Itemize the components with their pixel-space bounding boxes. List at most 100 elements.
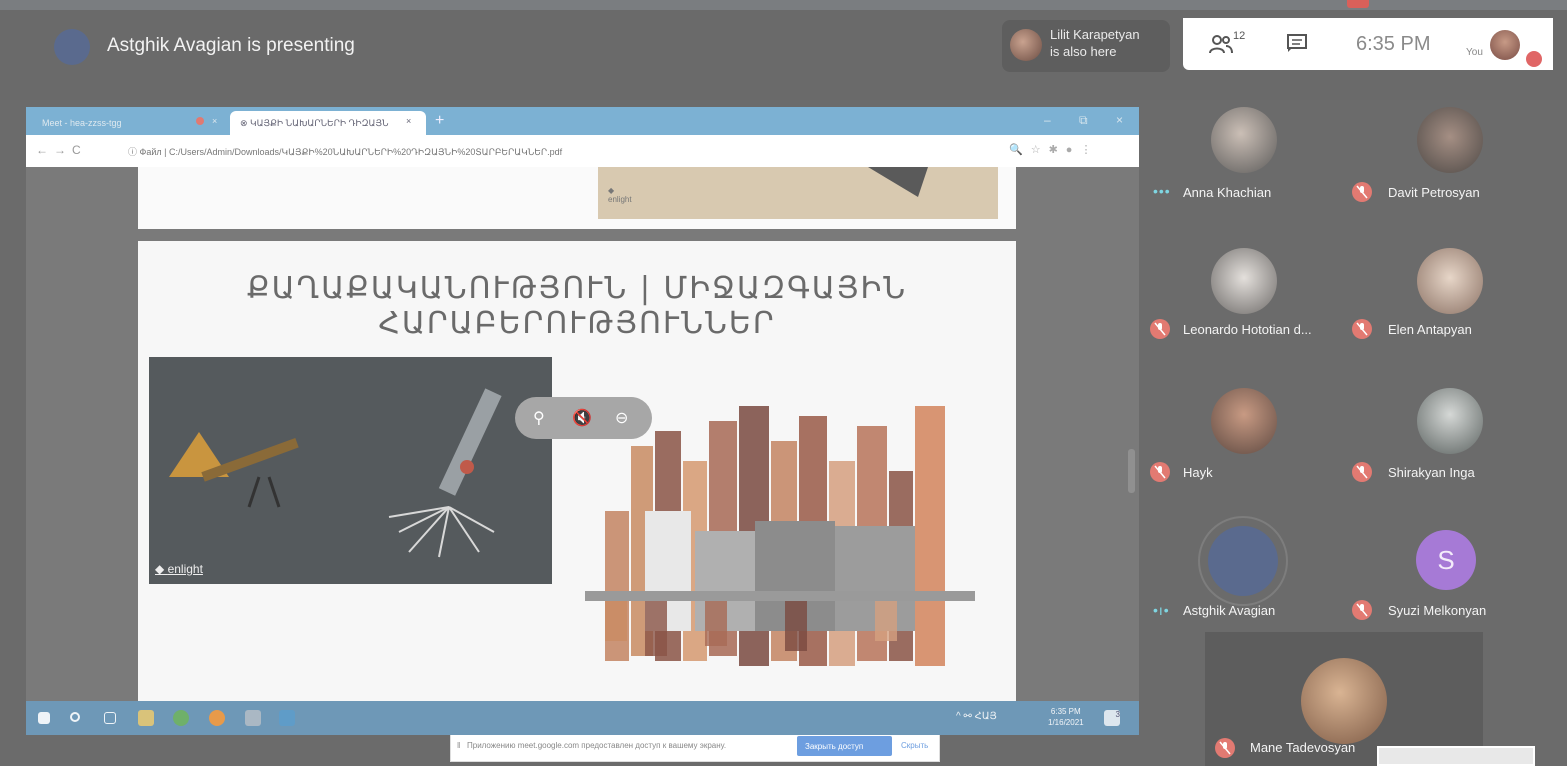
address-bar-row: ←→C ⓘ Файл | C:/Users/Admin/Downloads/ԿԱ… bbox=[26, 135, 1139, 167]
self-view-thumbnail[interactable] bbox=[1377, 746, 1535, 766]
pin-icon[interactable]: ⚲ bbox=[533, 408, 545, 428]
you-avatar[interactable] bbox=[1490, 30, 1520, 60]
menu-icon[interactable]: ⋮ bbox=[1080, 144, 1099, 156]
more-options-icon[interactable]: ••• bbox=[1153, 183, 1171, 199]
remove-icon[interactable]: ⊖ bbox=[615, 408, 628, 428]
also-here-notice[interactable]: Lilit Karapetyan is also here bbox=[1002, 20, 1170, 72]
address-bar-icons[interactable]: 🔍☆✱●⋮ bbox=[1009, 143, 1099, 156]
system-tray[interactable]: ^ ⚯ ՀԱՅ bbox=[956, 711, 997, 722]
avatar bbox=[1211, 388, 1277, 454]
top-edge bbox=[0, 0, 1567, 10]
address-bar[interactable]: ⓘ Файл | C:/Users/Admin/Downloads/ԿԱՅՔԻ%… bbox=[128, 145, 562, 158]
tab-row: Meet - hea-zzss-tgg × ⊗ ԿԱՅՔԻ ՆԱԽԱՐՆԵՐԻ … bbox=[26, 107, 1139, 135]
avatar bbox=[1417, 248, 1483, 314]
participant-name: Hayk bbox=[1183, 465, 1213, 480]
enlight-logo-text: enlight bbox=[167, 562, 203, 576]
minimize-icon[interactable]: – bbox=[1044, 113, 1051, 127]
participant-name: Leonardo Hototian d... bbox=[1183, 322, 1312, 337]
chat-icon[interactable] bbox=[1287, 34, 1307, 52]
muted-mic-icon bbox=[1352, 600, 1372, 620]
extension-icon[interactable]: ✱ bbox=[1049, 144, 1066, 156]
windows-start-icon[interactable] bbox=[38, 712, 50, 724]
file-explorer-icon[interactable] bbox=[138, 710, 154, 726]
stop-sharing-button[interactable]: Закрыть доступ bbox=[797, 736, 892, 756]
muted-mic-icon bbox=[1150, 462, 1170, 482]
pdf-tab-label: ԿԱՅՔԻ ՆԱԽԱՐՆԵՐԻ ԴԻԶԱՅՆ bbox=[250, 118, 389, 128]
speaking-indicator-icon: •ı• bbox=[1153, 602, 1170, 618]
meeting-clock: 6:35 PM bbox=[1356, 33, 1431, 55]
also-here-name: Lilit Karapetyan bbox=[1050, 27, 1140, 42]
search-icon[interactable] bbox=[70, 712, 80, 722]
meeting-info-panel: 12 6:35 PM You bbox=[1183, 18, 1553, 70]
chrome-icon[interactable] bbox=[173, 710, 189, 726]
slide-previous-logo: ◆ enlight bbox=[608, 186, 632, 204]
weapon-image: ◆ enlight bbox=[149, 357, 552, 584]
avatar bbox=[1301, 658, 1387, 744]
slide-previous: ◆ enlight bbox=[138, 167, 1016, 229]
window-close-icon[interactable]: × bbox=[1116, 113, 1123, 127]
info-icon: ⓘ bbox=[128, 147, 140, 157]
avatar bbox=[1208, 526, 1278, 596]
pdf-viewer: ◆ enlight ՔԱՂԱՔԱԿԱՆՈՒԹՅՈՒՆ | ՄԻՋԱԶԳԱՅԻՆ Հ… bbox=[26, 167, 1139, 762]
url-prefix: Файл bbox=[139, 147, 162, 157]
share-message: Приложению meet.google.com предоставлен … bbox=[467, 741, 727, 750]
recording-indicator bbox=[1347, 0, 1369, 8]
taskbar-date: 1/16/2021 bbox=[1048, 718, 1084, 727]
shared-browser-chrome: Meet - hea-zzss-tgg × ⊗ ԿԱՅՔԻ ՆԱԽԱՐՆԵՐԻ … bbox=[26, 107, 1139, 167]
maximize-icon[interactable]: ⧉ bbox=[1079, 113, 1088, 128]
star-icon[interactable]: ☆ bbox=[1031, 144, 1049, 156]
nav-arrows-icon[interactable]: ←→C bbox=[36, 143, 87, 157]
city-collage-image bbox=[585, 401, 981, 701]
lilit-avatar bbox=[1010, 29, 1042, 61]
slide-current: ՔԱՂԱՔԱԿԱՆՈՒԹՅՈՒՆ | ՄԻՋԱԶԳԱՅԻՆ ՀԱՐԱԲԵՐՈՒԹ… bbox=[138, 241, 1016, 762]
tab-pdf[interactable]: ⊗ ԿԱՅՔԻ ՆԱԽԱՐՆԵՐԻ ԴԻԶԱՅՆ × bbox=[230, 111, 426, 135]
participant-count: 12 bbox=[1233, 30, 1246, 42]
close-icon[interactable]: × bbox=[406, 116, 411, 126]
muted-mic-icon bbox=[1352, 182, 1372, 202]
task-view-icon[interactable] bbox=[104, 712, 116, 724]
people-icon[interactable] bbox=[1209, 33, 1233, 55]
enlight-logo: ◆ enlight bbox=[155, 562, 203, 576]
you-label: You bbox=[1466, 47, 1483, 58]
muted-mic-icon bbox=[1352, 462, 1372, 482]
photos-icon[interactable] bbox=[279, 710, 295, 726]
meet-tab-label: Meet - hea-zzss-tgg bbox=[42, 118, 122, 128]
viewer-scrollbar[interactable] bbox=[1128, 449, 1135, 493]
avatar bbox=[1417, 107, 1483, 173]
recording-dot-icon bbox=[196, 117, 204, 125]
slide-previous-image: ◆ enlight bbox=[598, 167, 998, 219]
presenter-avatar bbox=[54, 29, 90, 65]
zoom-icon[interactable]: 🔍 bbox=[1009, 144, 1031, 156]
muted-mic-icon bbox=[1150, 319, 1170, 339]
language-indicator[interactable]: ՀԱՅ bbox=[975, 711, 997, 722]
drag-handle-icon[interactable]: ‖ bbox=[457, 741, 460, 750]
windows-taskbar: ^ ⚯ ՀԱՅ 6:35 PM 1/16/2021 3 bbox=[26, 701, 1139, 735]
avatar bbox=[1211, 248, 1277, 314]
also-here-suffix: is also here bbox=[1050, 44, 1117, 59]
presenter-status-text: Astghik Avagian is presenting bbox=[107, 35, 355, 56]
new-tab-icon[interactable]: + bbox=[435, 112, 444, 130]
network-icon[interactable]: ⚯ bbox=[963, 711, 974, 722]
notification-icon[interactable]: 3 bbox=[1104, 710, 1120, 726]
close-icon[interactable]: × bbox=[212, 116, 217, 126]
app-icon[interactable] bbox=[245, 710, 261, 726]
slide-title: ՔԱՂԱՔԱԿԱՆՈՒԹՅՈՒՆ | ՄԻՋԱԶԳԱՅԻՆ ՀԱՐԱԲԵՐՈՒԹ… bbox=[246, 271, 908, 341]
participant-name: Davit Petrosyan bbox=[1388, 185, 1480, 200]
muted-mic-icon bbox=[1215, 738, 1235, 758]
participant-name: Shirakyan Inga bbox=[1388, 465, 1475, 480]
participant-name: Elen Antapyan bbox=[1388, 322, 1472, 337]
taskbar-clock[interactable]: 6:35 PM 1/16/2021 bbox=[1048, 706, 1084, 728]
meeting-top-bar: Astghik Avagian is presenting Lilit Kara… bbox=[0, 0, 1567, 100]
hide-button[interactable]: Скрыть bbox=[901, 741, 928, 750]
profile-icon[interactable]: ● bbox=[1066, 144, 1081, 156]
participant-name: Syuzi Melkonyan bbox=[1388, 603, 1487, 618]
also-here-text: Lilit Karapetyan is also here bbox=[1050, 26, 1140, 60]
city-collage bbox=[585, 406, 975, 666]
firefox-icon[interactable] bbox=[209, 710, 225, 726]
you-mute-icon bbox=[1526, 51, 1542, 67]
globe-icon: ⊗ bbox=[240, 118, 251, 128]
muted-mic-icon bbox=[1352, 319, 1372, 339]
tab-meet[interactable]: Meet - hea-zzss-tgg × bbox=[32, 111, 232, 135]
mute-icon[interactable]: 🔇 bbox=[572, 408, 592, 428]
avatar bbox=[1211, 107, 1277, 173]
